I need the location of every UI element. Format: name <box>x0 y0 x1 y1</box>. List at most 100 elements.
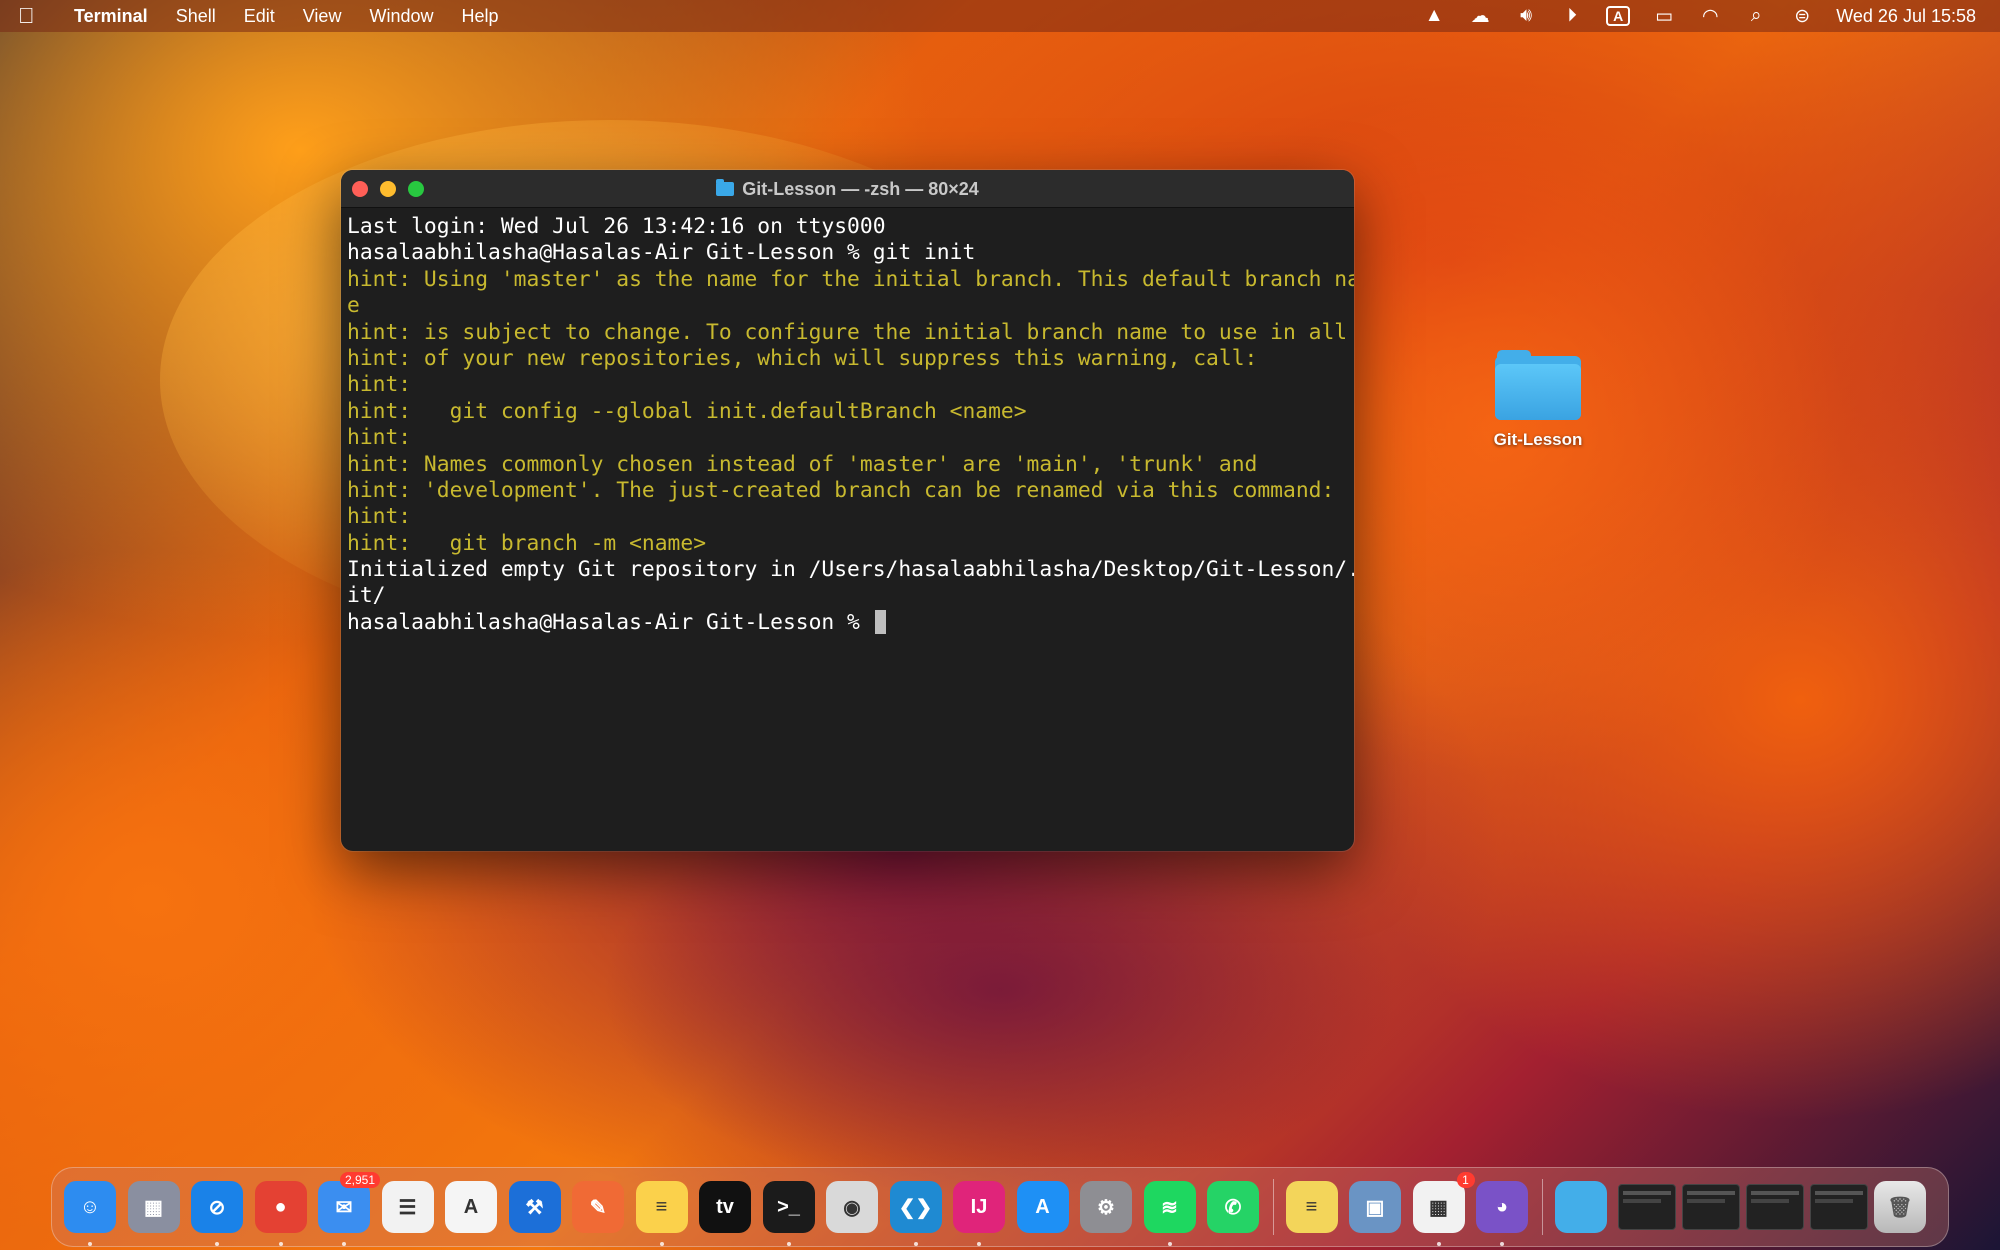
running-indicator <box>659 1242 664 1246</box>
app-store-glyph: A <box>1035 1195 1050 1218</box>
window-titlebar[interactable]: Git-Lesson — -zsh — 80×24 <box>341 170 1354 208</box>
dock-minimized-window-safari[interactable] <box>1746 1184 1804 1230</box>
battery-charging-icon[interactable]: ▭ <box>1652 5 1676 28</box>
dock-postman-icon[interactable]: ✎ <box>572 1181 624 1233</box>
dock-office-icon[interactable]: ▦ 1 <box>1412 1172 1475 1246</box>
dock-trash-icon[interactable]: 🗑︎ <box>1874 1181 1926 1233</box>
input-source-icon[interactable]: A <box>1606 6 1631 26</box>
dock-xcode-icon[interactable]: ⚒ <box>508 1181 561 1233</box>
close-button[interactable] <box>352 180 368 197</box>
dock-safari-icon[interactable]: ⊘ <box>191 1181 243 1246</box>
menu-bar:  Terminal Shell Edit View Window Help ▲… <box>0 0 2000 32</box>
dock-vscode-icon[interactable]: ❮❯ <box>889 1181 942 1246</box>
menu-shell[interactable]: Shell <box>176 6 216 27</box>
running-indicator <box>1500 1242 1504 1246</box>
postman-glyph: ✎ <box>589 1196 607 1219</box>
terminal-hint-line: hint: <box>347 504 412 530</box>
menu-window[interactable]: Window <box>369 6 433 27</box>
dock-minimized-window-mail[interactable] <box>1682 1184 1740 1230</box>
terminal-line: hasalaabhilasha@Hasalas-Air Git-Lesson % <box>347 609 1348 636</box>
apple-menu-icon[interactable]:  <box>18 3 58 29</box>
vscode-glyph: ❮❯ <box>898 1196 933 1219</box>
dock-separator <box>1541 1179 1543 1235</box>
terminal-hint-line: hint: git branch -m <name> <box>347 530 707 556</box>
github-desktop-glyph: ◕ <box>1495 1195 1509 1218</box>
dock-stickies-icon[interactable]: ≡ <box>1285 1181 1338 1233</box>
dock-intellij-icon[interactable]: IJ <box>953 1181 1005 1246</box>
terminal-output[interactable]: Last login: Wed Jul 26 13:42:16 on ttys0… <box>341 208 1354 636</box>
zoom-button[interactable] <box>408 180 424 197</box>
dock-instruments-icon[interactable]: A <box>445 1181 497 1233</box>
dock-apple-tv-icon[interactable]: tv <box>699 1181 751 1233</box>
dock-minimized-window-finder[interactable] <box>1618 1184 1676 1230</box>
dock-app-store-icon[interactable]: A <box>1016 1181 1069 1233</box>
wifi-icon[interactable]: ◠ <box>1698 5 1722 28</box>
dock-launchpad-icon[interactable]: ▦ <box>127 1181 180 1233</box>
terminal-line: hasalaabhilasha@Hasalas-Air Git-Lesson %… <box>347 240 976 266</box>
menu-clock[interactable]: Wed 26 Jul 15:58 <box>1836 6 1976 27</box>
terminal-hint-line: hint: git config --global init.defaultBr… <box>347 398 1027 424</box>
terminal-hint-line: e <box>347 293 360 319</box>
dock-minimized-window-github[interactable] <box>1810 1184 1868 1230</box>
running-indicator <box>786 1242 791 1246</box>
running-indicator <box>1436 1242 1441 1246</box>
desktop-folder-label: Git-Lesson <box>1493 430 1583 449</box>
apple-tv-glyph: tv <box>716 1195 734 1218</box>
dock-notes-icon[interactable]: ≡ <box>635 1181 688 1246</box>
menu-help[interactable]: Help <box>461 6 498 27</box>
terminal-hint-line: hint: Names commonly chosen instead of '… <box>347 451 1258 477</box>
google-drive-icon[interactable]: ▲ <box>1422 5 1446 27</box>
control-center-icon[interactable]: ⊜ <box>1790 5 1814 28</box>
notes-glyph: ≡ <box>655 1195 668 1218</box>
menu-edit[interactable]: Edit <box>244 6 275 27</box>
spotlight-icon[interactable]: ⌕ <box>1744 5 1768 27</box>
creative-cloud-icon[interactable]: ☁ <box>1468 5 1492 28</box>
folder-icon <box>1495 350 1581 420</box>
terminal-line: it/ <box>347 583 386 609</box>
folder-icon <box>716 179 735 196</box>
terminal-hint-line: hint: <box>347 425 412 451</box>
desktop-folder-git-lesson[interactable]: Git-Lesson <box>1480 350 1596 450</box>
whatsapp-glyph: ✆ <box>1224 1196 1242 1219</box>
safari-glyph: ⊘ <box>208 1196 226 1219</box>
terminal-line: Initialized empty Git repository in /Use… <box>347 557 1354 583</box>
dock-preview-icon[interactable]: ▣ <box>1349 1181 1401 1233</box>
system-settings-glyph: ⚙ <box>1097 1196 1115 1219</box>
minimize-button[interactable] <box>380 180 396 197</box>
dock-chrome-icon[interactable]: ● <box>254 1181 307 1246</box>
play-icon[interactable]: ⏵ <box>1560 5 1584 27</box>
running-indicator <box>215 1242 219 1246</box>
dock-github-desktop-icon[interactable]: ◕ <box>1476 1181 1528 1246</box>
terminal-hint-line: hint: <box>347 372 412 398</box>
dock-mail-icon[interactable]: ✉ 2,951 <box>318 1172 380 1246</box>
dock-whatsapp-icon[interactable]: ✆ <box>1207 1181 1259 1233</box>
dock: ☺ ▦ ⊘ ● ✉ 2,951 ☰ A ⚒ ✎ ≡ tv >_ ◉ ❮❯ IJ A ⚙ ≋ ✆ ≡ ▣ ▦ 1 ◕ 🗑︎ <box>51 1167 1949 1247</box>
dock-screenshot-icon[interactable]: ◉ <box>826 1181 878 1233</box>
xcode-glyph: ⚒ <box>525 1196 544 1219</box>
dock-reminders-icon[interactable]: ☰ <box>381 1181 434 1233</box>
dock-finder-icon[interactable]: ☺ <box>64 1181 116 1246</box>
terminal-glyph: >_ <box>777 1195 800 1218</box>
running-indicator <box>977 1242 981 1246</box>
dock-spotify-icon[interactable]: ≋ <box>1143 1181 1196 1246</box>
instruments-glyph: A <box>463 1195 479 1218</box>
intellij-glyph: IJ <box>970 1195 988 1218</box>
running-indicator <box>278 1242 283 1246</box>
screenshot-glyph: ◉ <box>843 1196 861 1219</box>
mail-glyph: ✉ <box>335 1196 353 1219</box>
chrome-glyph: ● <box>274 1195 287 1218</box>
app-menu[interactable]: Terminal <box>74 6 148 27</box>
terminal-window[interactable]: Git-Lesson — -zsh — 80×24 Last login: We… <box>341 170 1354 851</box>
dock-terminal-icon[interactable]: >_ <box>762 1181 815 1246</box>
menu-view[interactable]: View <box>303 6 342 27</box>
window-title-text: Git-Lesson — -zsh — 80×24 <box>742 178 979 199</box>
terminal-hint-line: hint: 'development'. The just-created br… <box>347 477 1335 503</box>
window-title: Git-Lesson — -zsh — 80×24 <box>341 170 1354 208</box>
running-indicator <box>1167 1242 1172 1246</box>
dock-downloads-folder-icon[interactable] <box>1554 1181 1607 1233</box>
terminal-hint-line: hint: is subject to change. To configure… <box>347 319 1348 345</box>
launchpad-glyph: ▦ <box>144 1196 163 1219</box>
dock-system-settings-icon[interactable]: ⚙ <box>1080 1181 1132 1233</box>
volume-icon[interactable]: 🔊︎ <box>1514 5 1538 27</box>
running-indicator <box>913 1242 918 1246</box>
